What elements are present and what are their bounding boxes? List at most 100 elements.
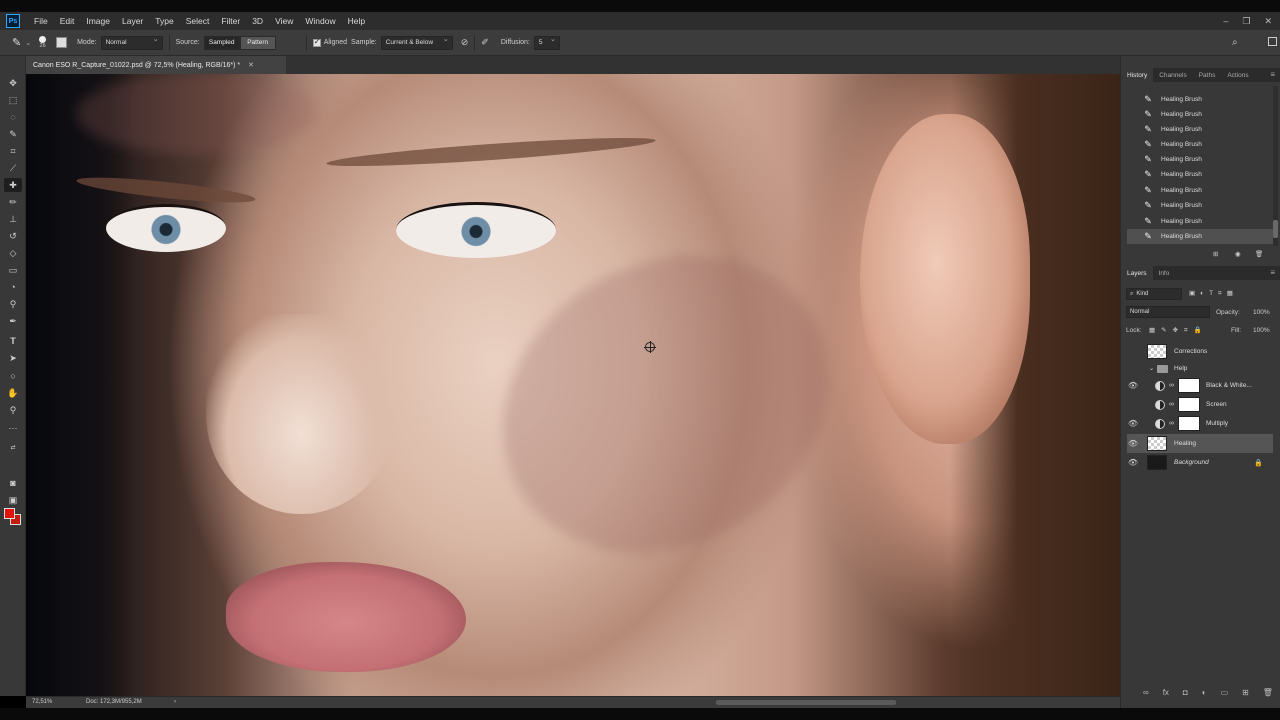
history-item[interactable]: ✎ Healing Brush <box>1127 152 1273 167</box>
history-item[interactable]: ✎ Healing Brush <box>1127 167 1273 182</box>
crop-tool-icon[interactable]: ⌗ <box>4 144 22 158</box>
mode-select[interactable]: Normal <box>100 35 163 50</box>
sample-select[interactable]: Current & Below <box>380 35 453 50</box>
minimize-button[interactable]: – <box>1223 16 1228 26</box>
filter-icons[interactable]: ▣◐T⌗▦ <box>1189 289 1238 298</box>
new-layer-icon[interactable]: ⊞ <box>1242 688 1249 697</box>
menu-3d[interactable]: 3D <box>246 16 269 26</box>
new-document-from-state-icon[interactable]: ⊞ <box>1213 250 1218 258</box>
tab-info[interactable]: Info <box>1153 266 1176 280</box>
foreground-color-swatch[interactable] <box>4 508 15 519</box>
opacity-value[interactable]: 100% <box>1253 309 1270 316</box>
pressure-size-icon[interactable]: ✐ <box>481 37 489 48</box>
menu-edit[interactable]: Edit <box>54 16 81 26</box>
menu-view[interactable]: View <box>269 16 299 26</box>
move-tool-icon[interactable]: ✥ <box>4 76 22 90</box>
path-selection-tool-icon[interactable]: ➤ <box>4 351 22 365</box>
layer-filter-kind[interactable]: ⌕ Kind <box>1126 288 1182 300</box>
workspace-icon[interactable] <box>1268 37 1277 46</box>
aligned-checkbox[interactable] <box>312 37 321 47</box>
tab-actions[interactable]: Actions <box>1221 68 1254 82</box>
shape-tool-icon[interactable]: ○ <box>4 369 22 383</box>
chevron-down-icon[interactable]: ⌄ <box>25 39 31 47</box>
panel-menu-icon[interactable]: ≡ <box>1270 268 1275 277</box>
chevron-down-icon[interactable]: ⌄ <box>1149 365 1154 372</box>
history-brush-tool-icon[interactable]: ↺ <box>4 229 22 243</box>
history-item[interactable]: ✎ Healing Brush <box>1127 183 1273 198</box>
menu-type[interactable]: Type <box>149 16 179 26</box>
lasso-tool-icon[interactable]: ◌ <box>4 110 22 124</box>
new-snapshot-icon[interactable]: ◉ <box>1235 250 1241 258</box>
tab-history[interactable]: History <box>1121 68 1154 82</box>
eyedropper-tool-icon[interactable]: ⟋ <box>4 161 22 175</box>
eye-icon[interactable]: 👁 <box>1127 381 1139 390</box>
type-tool-icon[interactable]: T <box>4 334 22 348</box>
history-scrollbar[interactable] <box>1273 86 1278 246</box>
brush-preset-picker[interactable]: 26 <box>39 36 47 49</box>
status-menu-arrow[interactable]: › <box>174 699 176 705</box>
close-document-icon[interactable]: ✕ <box>248 61 254 69</box>
healing-brush-tool-icon[interactable]: ✚ <box>4 178 22 192</box>
menu-window[interactable]: Window <box>299 16 341 26</box>
menu-file[interactable]: File <box>28 16 54 26</box>
pen-tool-icon[interactable]: ✒ <box>4 314 22 328</box>
history-item[interactable]: ✎ Healing Brush <box>1127 198 1273 213</box>
delete-layer-icon[interactable]: 🗑 <box>1263 688 1273 697</box>
layer-healing[interactable]: 👁 Healing <box>1127 434 1273 453</box>
tab-channels[interactable]: Channels <box>1153 68 1192 82</box>
menu-layer[interactable]: Layer <box>116 16 149 26</box>
eye-icon[interactable]: 👁 <box>1127 419 1139 428</box>
restore-button[interactable]: ❐ <box>1242 16 1250 27</box>
delete-state-icon[interactable]: 🗑 <box>1255 250 1263 258</box>
menu-image[interactable]: Image <box>80 16 116 26</box>
screen-mode-icon[interactable]: ▣ <box>4 493 22 507</box>
quick-selection-tool-icon[interactable]: ✎ <box>4 127 22 141</box>
clone-stamp-tool-icon[interactable]: ⊥ <box>4 212 22 226</box>
add-mask-icon[interactable]: ◘ <box>1183 688 1188 697</box>
fill-value[interactable]: 100% <box>1253 327 1270 334</box>
search-icon[interactable]: ⌕ <box>1232 37 1238 48</box>
brush-settings-icon[interactable] <box>56 37 68 48</box>
layer-black-and-white[interactable]: 👁 ∞ Black & White... <box>1127 376 1273 395</box>
layer-background[interactable]: 👁 Background 🔒 <box>1127 453 1273 472</box>
history-scroll-thumb[interactable] <box>1273 220 1278 238</box>
link-layers-icon[interactable]: ∞ <box>1143 688 1149 697</box>
quick-mask-icon[interactable]: ◙ <box>4 476 22 490</box>
new-adjustment-icon[interactable]: ◐ <box>1202 688 1207 697</box>
default-colors-icon[interactable]: ⇄ <box>4 440 22 454</box>
menu-filter[interactable]: Filter <box>215 16 246 26</box>
gradient-tool-icon[interactable]: ▭ <box>4 263 22 277</box>
history-item[interactable]: ✎ Healing Brush <box>1127 137 1273 152</box>
eye-icon[interactable]: 👁 <box>1127 458 1139 467</box>
blur-tool-icon[interactable]: ◔ <box>4 280 22 294</box>
source-sampled-button[interactable]: Sampled <box>203 35 240 50</box>
history-item[interactable]: ✎ Healing Brush <box>1127 107 1273 122</box>
layer-style-icon[interactable]: fx <box>1163 688 1169 697</box>
brush-tool-icon[interactable]: ✏ <box>4 195 22 209</box>
ignore-adjustment-layers-icon[interactable]: ⊘ <box>461 37 469 48</box>
document-canvas[interactable] <box>26 74 1120 696</box>
layer-blend-mode-select[interactable]: Normal <box>1126 306 1210 318</box>
horizontal-scrollbar[interactable] <box>716 700 896 705</box>
zoom-level[interactable]: 72,51% <box>32 699 52 705</box>
healing-brush-tool-icon[interactable]: ✎ <box>12 36 21 49</box>
document-tab[interactable]: Canon ESO R_Capture_01022.psd @ 72,5% (H… <box>26 56 286 74</box>
history-item[interactable]: ✎ Healing Brush <box>1127 214 1273 229</box>
lock-icons[interactable]: ▦✎✥⌗🔒 <box>1149 326 1208 335</box>
history-item[interactable]: ✎ Healing Brush <box>1127 92 1273 107</box>
dodge-tool-icon[interactable]: ⚲ <box>4 297 22 311</box>
layer-screen[interactable]: ∞ Screen <box>1127 395 1273 414</box>
marquee-tool-icon[interactable]: ⬚ <box>4 93 22 107</box>
menu-select[interactable]: Select <box>180 16 216 26</box>
tab-paths[interactable]: Paths <box>1193 68 1222 82</box>
eye-icon[interactable]: 👁 <box>1127 439 1139 448</box>
more-tools-icon[interactable]: ··· <box>4 421 22 435</box>
layer-multiply[interactable]: 👁 ∞ Multiply <box>1127 414 1273 433</box>
zoom-tool-icon[interactable]: ⚲ <box>4 403 22 417</box>
eraser-tool-icon[interactable]: ◇ <box>4 246 22 260</box>
tab-layers[interactable]: Layers <box>1121 266 1153 280</box>
new-group-icon[interactable]: ▭ <box>1221 688 1229 697</box>
history-item[interactable]: ✎ Healing Brush <box>1127 122 1273 137</box>
menu-help[interactable]: Help <box>342 16 371 26</box>
close-button[interactable]: ✕ <box>1264 16 1272 27</box>
